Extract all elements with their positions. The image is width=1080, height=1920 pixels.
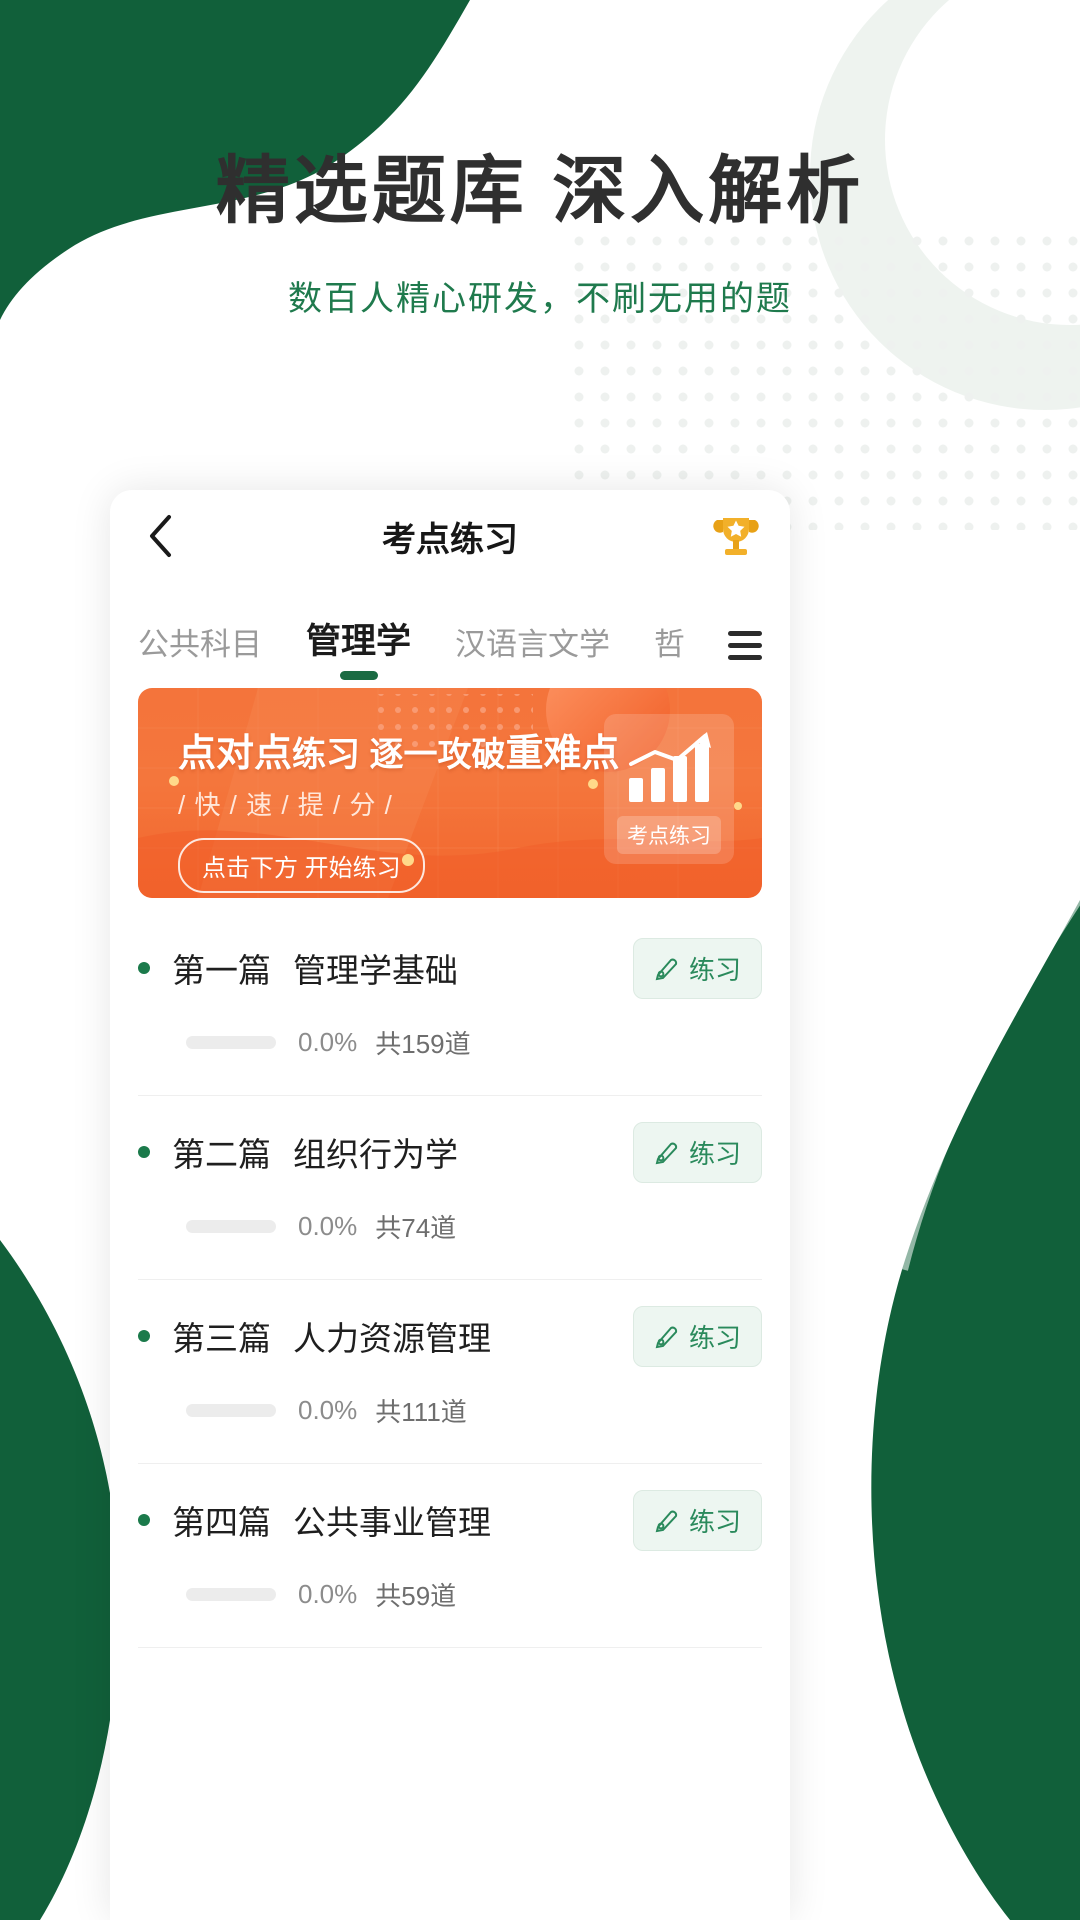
banner-headline-bold-1: 点对点	[178, 733, 293, 775]
tabs-menu-button[interactable]	[718, 631, 762, 674]
chapter-row-main: 第四篇 公共事业管理 练习	[138, 1464, 762, 1576]
chapter-title: 第三篇 人力资源管理	[172, 1312, 491, 1360]
back-button[interactable]	[138, 513, 184, 559]
chapter-name: 组织行为学	[293, 1136, 458, 1173]
chapter-title: 第四篇 公共事业管理	[172, 1496, 491, 1544]
chapter-name: 公共事业管理	[293, 1504, 491, 1541]
page-title: 考点练习	[382, 520, 518, 559]
pencil-edit-icon	[655, 1142, 678, 1165]
banner-text-block: 点对点练习 逐一攻破重难点 / 快 / 速 / 提 / 分 / 点击下方 开始练…	[178, 722, 619, 893]
banner-headline-light-2: 逐一攻破	[360, 736, 506, 774]
practice-button[interactable]: 练习	[632, 937, 762, 999]
practice-button-label: 练习	[688, 1138, 741, 1169]
app-header: 考点练习	[110, 490, 790, 582]
subject-tabs: 公共科目 管理学 汉语言文学 哲	[110, 582, 790, 674]
progress-bar	[186, 1220, 276, 1233]
bar-chart-up-icon	[629, 732, 711, 802]
tab-chinese-literature[interactable]: 汉语言文学	[455, 619, 610, 674]
banner-subtitle: / 快 / 速 / 提 / 分 /	[178, 790, 393, 820]
banner-chart-card: 考点练习	[604, 714, 734, 864]
chapter-number: 第一篇	[172, 952, 271, 989]
chapter-title: 第一篇 管理学基础	[172, 944, 458, 992]
progress-bar	[186, 1404, 276, 1417]
hamburger-menu-icon	[728, 655, 762, 660]
chapter-name: 管理学基础	[293, 952, 458, 989]
chapter-progress: 0.0% 共159道	[138, 1024, 762, 1095]
bullet-icon	[138, 1330, 150, 1342]
table-row[interactable]: 第四篇 公共事业管理 练习 0.0% 共59道	[110, 1464, 790, 1647]
pencil-edit-icon	[655, 958, 678, 981]
practice-button-label: 练习	[688, 1322, 741, 1353]
chapter-row-main: 第三篇 人力资源管理 练习	[138, 1280, 762, 1392]
progress-bar	[186, 1036, 276, 1049]
progress-percent: 0.0%	[298, 1395, 358, 1425]
promo-banner[interactable]: 点对点练习 逐一攻破重难点 / 快 / 速 / 提 / 分 / 点击下方 开始练…	[138, 688, 762, 898]
chapter-row-main: 第一篇 管理学基础 练习	[138, 912, 762, 1024]
table-row[interactable]: 第二篇 组织行为学 练习 0.0% 共74道	[110, 1096, 790, 1279]
question-count: 共59道	[375, 1581, 457, 1611]
banner-headline-light-1: 练习	[292, 736, 361, 774]
banner-headline-bold-2: 重难点	[505, 733, 620, 775]
hamburger-menu-icon	[728, 631, 762, 636]
promo-subtitle: 数百人精心研发，不刷无用的题	[288, 280, 792, 319]
pencil-edit-icon	[655, 1510, 678, 1533]
chapter-progress: 0.0% 共74道	[138, 1208, 762, 1279]
bullet-icon	[138, 962, 150, 974]
progress-percent: 0.0%	[298, 1211, 358, 1241]
banner-cta-button[interactable]: 点击下方 开始练习	[178, 838, 425, 893]
chapter-number: 第三篇	[172, 1320, 271, 1357]
hamburger-menu-icon	[728, 643, 762, 648]
question-count: 共74道	[375, 1213, 457, 1243]
bullet-icon	[138, 1514, 150, 1526]
chevron-left-icon	[150, 515, 171, 557]
chapter-title: 第二篇 组织行为学	[172, 1128, 458, 1176]
progress-percent: 0.0%	[298, 1579, 358, 1609]
banner-headline: 点对点练习 逐一攻破重难点	[178, 722, 619, 777]
progress-percent: 0.0%	[298, 1027, 358, 1057]
trophy-button[interactable]	[710, 510, 762, 562]
question-count: 共111道	[375, 1397, 467, 1427]
chapter-number: 第四篇	[172, 1504, 271, 1541]
chapter-name: 人力资源管理	[293, 1320, 491, 1357]
chapter-progress: 0.0% 共59道	[138, 1576, 762, 1647]
practice-button[interactable]: 练习	[632, 1121, 762, 1183]
table-row[interactable]: 第三篇 人力资源管理 练习 0.0% 共111道	[110, 1280, 790, 1463]
row-divider	[138, 1647, 762, 1648]
chapter-number: 第二篇	[172, 1136, 271, 1173]
question-count: 共159道	[375, 1029, 471, 1059]
phone-screen-card: 考点练习 公共科目 管理学 汉语言文学 哲 点对点练习 逐一攻破重难点 / 快 …	[110, 490, 790, 1920]
tab-management[interactable]: 管理学	[306, 613, 411, 674]
progress-bar	[186, 1588, 276, 1601]
practice-button-label: 练习	[688, 1506, 741, 1537]
banner-chip-label: 考点练习	[617, 816, 721, 854]
trophy-icon	[713, 518, 759, 555]
promo-block: 精选题库 深入解析 数百人精心研发，不刷无用的题	[0, 150, 1080, 320]
pencil-edit-icon	[655, 1326, 678, 1349]
practice-button-label: 练习	[688, 954, 741, 985]
tab-philosophy[interactable]: 哲	[654, 619, 692, 674]
practice-button[interactable]: 练习	[632, 1489, 762, 1551]
promo-title: 精选题库 深入解析	[215, 149, 865, 232]
chapter-row-main: 第二篇 组织行为学 练习	[138, 1096, 762, 1208]
table-row[interactable]: 第一篇 管理学基础 练习 0.0% 共159道	[110, 912, 790, 1095]
practice-button[interactable]: 练习	[632, 1305, 762, 1367]
chapter-progress: 0.0% 共111道	[138, 1392, 762, 1463]
chapter-list: 第一篇 管理学基础 练习 0.0% 共159道 第二篇 组织行为学 练习 0.0…	[110, 912, 790, 1648]
tab-public-subjects[interactable]: 公共科目	[138, 619, 262, 674]
bullet-icon	[138, 1146, 150, 1158]
